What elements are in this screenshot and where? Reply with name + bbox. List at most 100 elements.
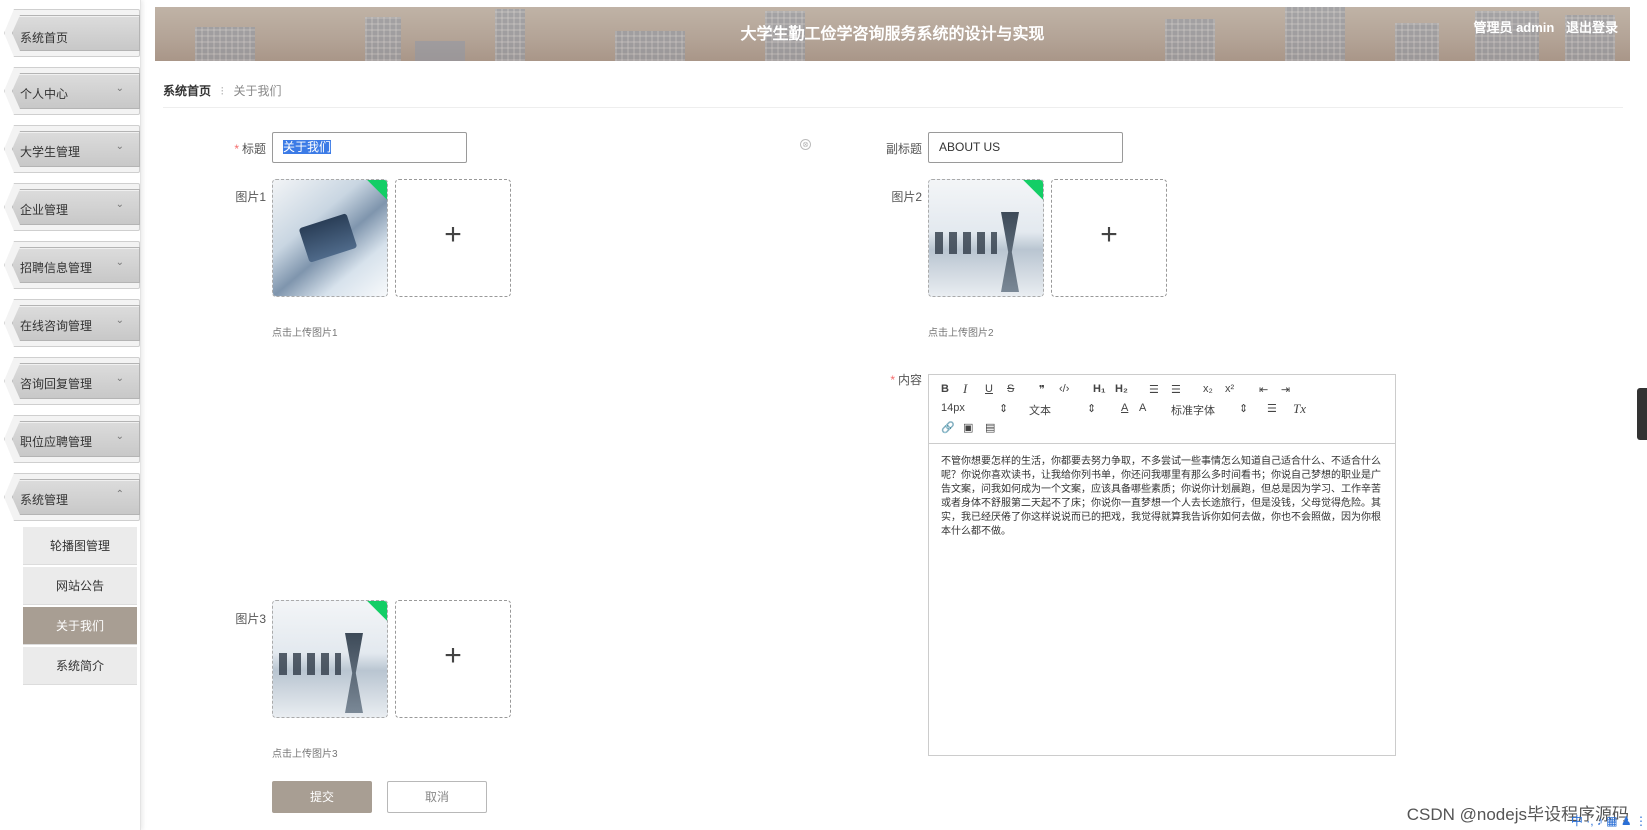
bullet-list-icon[interactable]: ☰ xyxy=(1171,383,1181,396)
page-title: 大学生勤工俭学咨询服务系统的设计与实现 xyxy=(740,26,1045,43)
image3-hint: 点击上传图片3 xyxy=(272,749,338,760)
sidebar-subitem-carousel[interactable]: 轮播图管理 xyxy=(23,527,137,565)
align-icon[interactable]: ☰ xyxy=(1267,402,1277,415)
content-label: * 内容 xyxy=(890,373,922,387)
sidebar-subitem-notice[interactable]: 网站公告 xyxy=(23,567,137,605)
cancel-button[interactable]: 取消 xyxy=(387,781,487,813)
submit-button[interactable]: 提交 xyxy=(272,781,372,813)
title-input[interactable]: 关于我们 xyxy=(272,132,467,163)
link-icon[interactable]: 🔗 xyxy=(941,421,955,434)
image-icon[interactable]: ▣ xyxy=(963,421,973,434)
ordered-list-icon[interactable]: ☰ xyxy=(1149,383,1159,396)
app-root: 系统首页 个人中心 ⌄ 大学生管理 ⌄ 企业管理 ⌄ 招聘信息管理 ⌄ 在线咨询… xyxy=(0,0,1647,830)
image2-hint: 点击上传图片2 xyxy=(928,328,994,339)
plus-icon: + xyxy=(444,218,462,251)
current-user: 管理员 admin xyxy=(1473,20,1555,35)
sidebar-item-label: 职位应聘管理 xyxy=(20,435,93,449)
image1-label: 图片1 xyxy=(235,190,266,204)
sidebar-item-online-consult[interactable]: 在线咨询管理 ⌄ xyxy=(4,299,140,347)
sidebar-item-label: 个人中心 xyxy=(20,87,69,101)
sidebar-item-enterprises[interactable]: 企业管理 ⌄ xyxy=(4,183,140,231)
image3-upload-button[interactable]: + xyxy=(395,600,511,718)
editor-toolbar: B I U S ❞ ‹/› H₁ H₂ ☰ ☰ x₂ x² ⇤ ⇥ 14px ⇕… xyxy=(929,375,1395,444)
header-banner: 大学生勤工俭学咨询服务系统的设计与实现 管理员 admin 退出登录 xyxy=(155,7,1630,61)
divider xyxy=(163,107,1623,108)
plus-icon: + xyxy=(1100,218,1118,251)
chevron-down-icon: ⌄ xyxy=(115,141,124,152)
sidebar-item-label: 企业管理 xyxy=(20,203,69,217)
image1-thumbnail[interactable] xyxy=(272,179,388,297)
image2-upload-button[interactable]: + xyxy=(1051,179,1167,297)
sidebar-item-label: 咨询回复管理 xyxy=(20,377,93,391)
image1-hint: 点击上传图片1 xyxy=(272,328,338,339)
outdent-icon[interactable]: ⇤ xyxy=(1259,383,1268,396)
sidebar-item-label: 招聘信息管理 xyxy=(20,261,93,275)
picture-detail xyxy=(279,653,341,675)
chevron-down-icon: ⌄ xyxy=(115,199,124,210)
logout-link[interactable]: 退出登录 xyxy=(1566,20,1618,35)
sidebar: 系统首页 个人中心 ⌄ 大学生管理 ⌄ 企业管理 ⌄ 招聘信息管理 ⌄ 在线咨询… xyxy=(0,0,141,830)
chevron-down-icon: ⌄ xyxy=(115,83,124,94)
select-arrows-icon: ⇕ xyxy=(1087,403,1097,415)
content-label-text: 内容 xyxy=(897,373,922,387)
image3-picture xyxy=(273,601,387,717)
italic-icon[interactable]: I xyxy=(963,381,967,397)
subtitle-label: 副标题 xyxy=(885,142,922,156)
code-icon[interactable]: ‹/› xyxy=(1059,383,1069,395)
sidebar-item-job-application[interactable]: 职位应聘管理 ⌄ xyxy=(4,415,140,463)
sidebar-item-students[interactable]: 大学生管理 ⌄ xyxy=(4,125,140,173)
image3-thumbnail[interactable] xyxy=(272,600,388,718)
user-area: 管理员 admin 退出登录 xyxy=(1465,17,1618,36)
breadcrumb: 系统首页 ⁝ 关于我们 xyxy=(163,82,282,99)
superscript-icon[interactable]: x² xyxy=(1225,383,1234,395)
chevron-up-icon: ⌃ xyxy=(115,489,124,500)
sidebar-subitem-system-intro[interactable]: 系统简介 xyxy=(23,647,137,685)
strikethrough-icon[interactable]: S xyxy=(1007,383,1014,395)
breadcrumb-separator: ⁝ xyxy=(220,84,225,98)
sidebar-subitem-about-us[interactable]: 关于我们 xyxy=(23,607,137,645)
block-format-select[interactable]: 文本 xyxy=(1029,402,1051,418)
sidebar-item-label: 系统管理 xyxy=(20,493,69,507)
text-color-icon[interactable]: A xyxy=(1121,402,1128,414)
clear-icon[interactable]: ⊗ xyxy=(800,139,811,150)
clear-format-icon[interactable]: Tx xyxy=(1293,401,1306,417)
sidebar-item-consult-reply[interactable]: 咨询回复管理 ⌄ xyxy=(4,357,140,405)
chevron-down-icon: ⌄ xyxy=(115,431,124,442)
font-family-select[interactable]: 标准字体 xyxy=(1171,402,1215,418)
breadcrumb-home[interactable]: 系统首页 xyxy=(163,84,211,98)
select-arrows-icon: ⇕ xyxy=(999,403,1009,415)
sidebar-item-personal-center[interactable]: 个人中心 ⌄ xyxy=(4,67,140,115)
ime-toolbar[interactable]: 中 ·, ♪ ▦ ♟ ⋮ xyxy=(1571,812,1647,829)
quote-icon[interactable]: ❞ xyxy=(1039,383,1045,396)
video-icon[interactable]: ▤ xyxy=(985,421,995,434)
bold-icon[interactable]: B xyxy=(941,383,949,395)
image1-picture xyxy=(273,180,387,296)
scrollbar-handle[interactable] xyxy=(1637,388,1647,440)
sidebar-item-system[interactable]: 系统管理 ⌃ xyxy=(4,473,140,521)
sidebar-item-home[interactable]: 系统首页 xyxy=(4,9,140,57)
underline-icon[interactable]: U xyxy=(985,383,993,395)
image1-upload-button[interactable]: + xyxy=(395,179,511,297)
rich-text-editor[interactable]: B I U S ❞ ‹/› H₁ H₂ ☰ ☰ x₂ x² ⇤ ⇥ 14px ⇕… xyxy=(928,374,1396,756)
h1-icon[interactable]: H₁ xyxy=(1093,383,1106,395)
title-label: * 标题 xyxy=(234,142,266,156)
title-input-value: 关于我们 xyxy=(283,140,332,154)
h2-icon[interactable]: H₂ xyxy=(1115,383,1128,395)
chevron-down-icon: ⌄ xyxy=(115,257,124,268)
editor-content[interactable]: 不管你想要怎样的生活，你都要去努力争取，不多尝试一些事情怎么知道自己适合什么、不… xyxy=(941,455,1385,539)
skyline-building xyxy=(415,41,465,61)
picture-detail xyxy=(935,232,997,254)
indent-icon[interactable]: ⇥ xyxy=(1281,383,1290,396)
subtitle-input[interactable]: ABOUT US xyxy=(928,132,1123,163)
font-size-select[interactable]: 14px xyxy=(941,402,965,414)
select-arrows-icon: ⇕ xyxy=(1239,403,1249,415)
subscript-icon[interactable]: x₂ xyxy=(1203,383,1213,395)
image2-picture xyxy=(929,180,1043,296)
background-color-icon[interactable]: A xyxy=(1139,402,1146,414)
plus-icon: + xyxy=(444,639,462,672)
sidebar-item-recruitment[interactable]: 招聘信息管理 ⌄ xyxy=(4,241,140,289)
sidebar-item-label: 系统首页 xyxy=(20,31,69,45)
image2-thumbnail[interactable] xyxy=(928,179,1044,297)
sidebar-item-label: 在线咨询管理 xyxy=(20,319,93,333)
title-label-text: 标题 xyxy=(241,142,266,156)
